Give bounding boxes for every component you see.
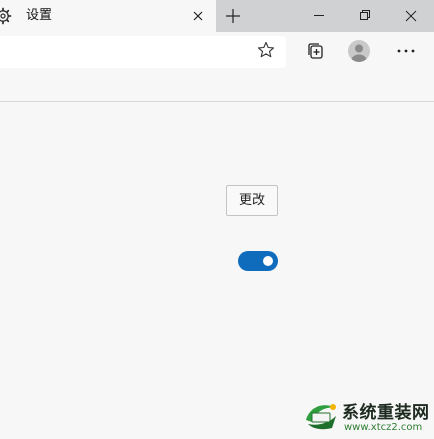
header-divider bbox=[0, 101, 434, 102]
restore-icon[interactable] bbox=[342, 0, 388, 32]
watermark: 系统重装网 www.xtcz2.com bbox=[302, 384, 434, 439]
tab-settings[interactable]: 设置 bbox=[0, 0, 216, 32]
watermark-url: www.xtcz2.com bbox=[344, 422, 423, 433]
star-icon[interactable] bbox=[256, 40, 276, 60]
tab-strip: 设置 bbox=[0, 0, 434, 32]
gear-icon bbox=[0, 7, 12, 25]
more-icon[interactable] bbox=[394, 40, 418, 62]
watermark-title: 系统重装网 bbox=[342, 403, 430, 423]
address-bar[interactable] bbox=[0, 36, 286, 68]
toggle-switch[interactable] bbox=[238, 251, 278, 271]
close-icon[interactable] bbox=[388, 0, 434, 32]
watermark-logo-icon bbox=[306, 404, 336, 430]
toggle-knob bbox=[263, 256, 273, 266]
close-tab-icon[interactable] bbox=[188, 6, 208, 26]
collections-icon[interactable] bbox=[304, 40, 326, 62]
new-tab-icon[interactable] bbox=[222, 5, 244, 27]
tab-title: 设置 bbox=[26, 8, 53, 23]
avatar bbox=[351, 44, 367, 62]
minimize-icon[interactable] bbox=[296, 0, 342, 32]
profile-icon[interactable] bbox=[348, 40, 370, 62]
change-button[interactable]: 更改 bbox=[226, 185, 278, 216]
